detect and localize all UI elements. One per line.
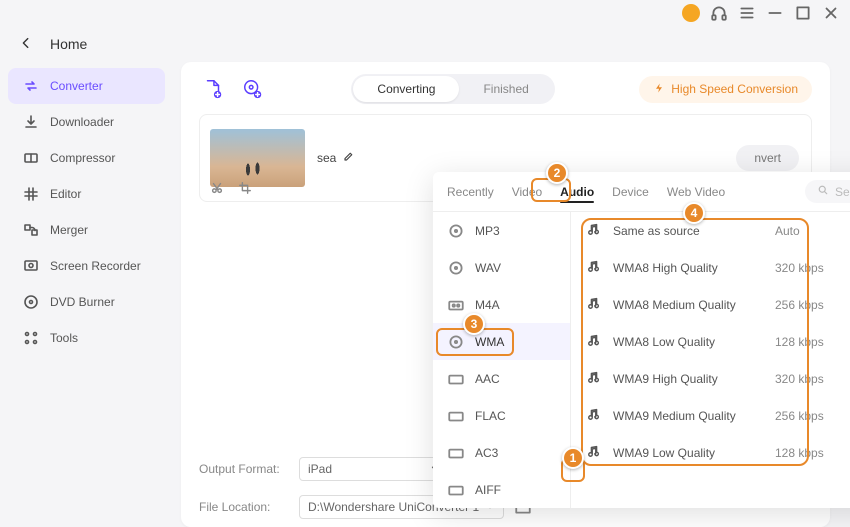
- crop-icon[interactable]: [238, 181, 252, 195]
- tab-finished[interactable]: Finished: [459, 76, 552, 102]
- sidebar-item-tools[interactable]: Tools: [8, 320, 165, 356]
- minimize-icon[interactable]: [766, 4, 784, 22]
- search-placeholder: Search: [835, 185, 850, 199]
- edit-filename-icon[interactable]: [342, 151, 354, 166]
- tab-recently[interactable]: Recently: [447, 175, 494, 209]
- file-title-label: sea: [317, 151, 336, 165]
- add-file-button[interactable]: [199, 75, 227, 103]
- recorder-icon: [22, 257, 40, 275]
- sidebar-item-downloader[interactable]: Downloader: [8, 104, 165, 140]
- annotation-ring-4: [581, 218, 809, 466]
- annotation-marker-3: 3: [463, 313, 485, 335]
- format-search-input[interactable]: Search: [805, 180, 850, 203]
- headphones-icon[interactable]: [710, 4, 728, 22]
- file-location-label: File Location:: [199, 500, 289, 514]
- format-item-aiff[interactable]: AIFF: [433, 471, 570, 508]
- convert-button[interactable]: nvert: [736, 145, 799, 171]
- page-title: Home: [50, 36, 87, 52]
- format-item-wav[interactable]: WAV: [433, 249, 570, 286]
- sidebar-item-converter[interactable]: Converter: [8, 68, 165, 104]
- hsc-label: High Speed Conversion: [671, 82, 798, 96]
- sidebar-item-merger[interactable]: Merger: [8, 212, 165, 248]
- tools-icon: [22, 329, 40, 347]
- segmented-control: Converting Finished: [279, 74, 627, 104]
- format-item-flac[interactable]: FLAC: [433, 397, 570, 434]
- annotation-marker-4: 4: [683, 202, 705, 224]
- sidebar: Converter Downloader Compressor Editor M…: [0, 62, 173, 527]
- disc-icon: [447, 224, 465, 238]
- merger-icon: [22, 221, 40, 239]
- high-speed-conversion-toggle[interactable]: High Speed Conversion: [639, 76, 812, 103]
- sidebar-item-label: Downloader: [50, 115, 114, 129]
- search-icon: [817, 184, 829, 199]
- format-item-ac3[interactable]: AC3: [433, 434, 570, 471]
- hamburger-menu-icon[interactable]: [738, 4, 756, 22]
- annotation-marker-2: 2: [546, 162, 568, 184]
- downloader-icon: [22, 113, 40, 131]
- format-item-mp3[interactable]: MP3: [433, 212, 570, 249]
- format-list: MP3 WAV M4A WMA AAC FLAC AC3 AIFF: [433, 212, 571, 508]
- sidebar-item-label: Editor: [50, 187, 81, 201]
- close-icon[interactable]: [822, 4, 840, 22]
- dvd-icon: [22, 293, 40, 311]
- output-format-select[interactable]: iPad: [299, 457, 449, 481]
- add-dvd-button[interactable]: [239, 75, 267, 103]
- format-item-m4a[interactable]: M4A: [433, 286, 570, 323]
- converter-icon: [22, 77, 40, 95]
- tab-converting[interactable]: Converting: [353, 76, 459, 102]
- sidebar-item-label: Compressor: [50, 151, 115, 165]
- sidebar-item-label: Screen Recorder: [50, 259, 141, 273]
- sidebar-item-label: DVD Burner: [50, 295, 115, 309]
- editor-icon: [22, 185, 40, 203]
- sidebar-item-screen-recorder[interactable]: Screen Recorder: [8, 248, 165, 284]
- cassette-icon: [447, 298, 465, 312]
- sidebar-item-editor[interactable]: Editor: [8, 176, 165, 212]
- sidebar-item-label: Converter: [50, 79, 103, 93]
- tab-device[interactable]: Device: [612, 175, 649, 209]
- sidebar-item-compressor[interactable]: Compressor: [8, 140, 165, 176]
- format-item-aac[interactable]: AAC: [433, 360, 570, 397]
- bolt-icon: [653, 82, 665, 97]
- file-thumbnail[interactable]: [210, 129, 305, 187]
- output-format-label: Output Format:: [199, 462, 289, 476]
- output-format-value: iPad: [308, 462, 332, 476]
- sidebar-item-dvd-burner[interactable]: DVD Burner: [8, 284, 165, 320]
- sidebar-item-label: Merger: [50, 223, 88, 237]
- user-avatar[interactable]: [682, 4, 700, 22]
- disc-icon: [447, 261, 465, 275]
- cassette-icon: [447, 446, 465, 460]
- cassette-icon: [447, 483, 465, 497]
- annotation-marker-1: 1: [562, 447, 584, 469]
- compressor-icon: [22, 149, 40, 167]
- sidebar-item-label: Tools: [50, 331, 78, 345]
- trim-icon[interactable]: [210, 181, 224, 195]
- back-icon[interactable]: [16, 33, 36, 56]
- maximize-icon[interactable]: [794, 4, 812, 22]
- cassette-icon: [447, 372, 465, 386]
- cassette-icon: [447, 409, 465, 423]
